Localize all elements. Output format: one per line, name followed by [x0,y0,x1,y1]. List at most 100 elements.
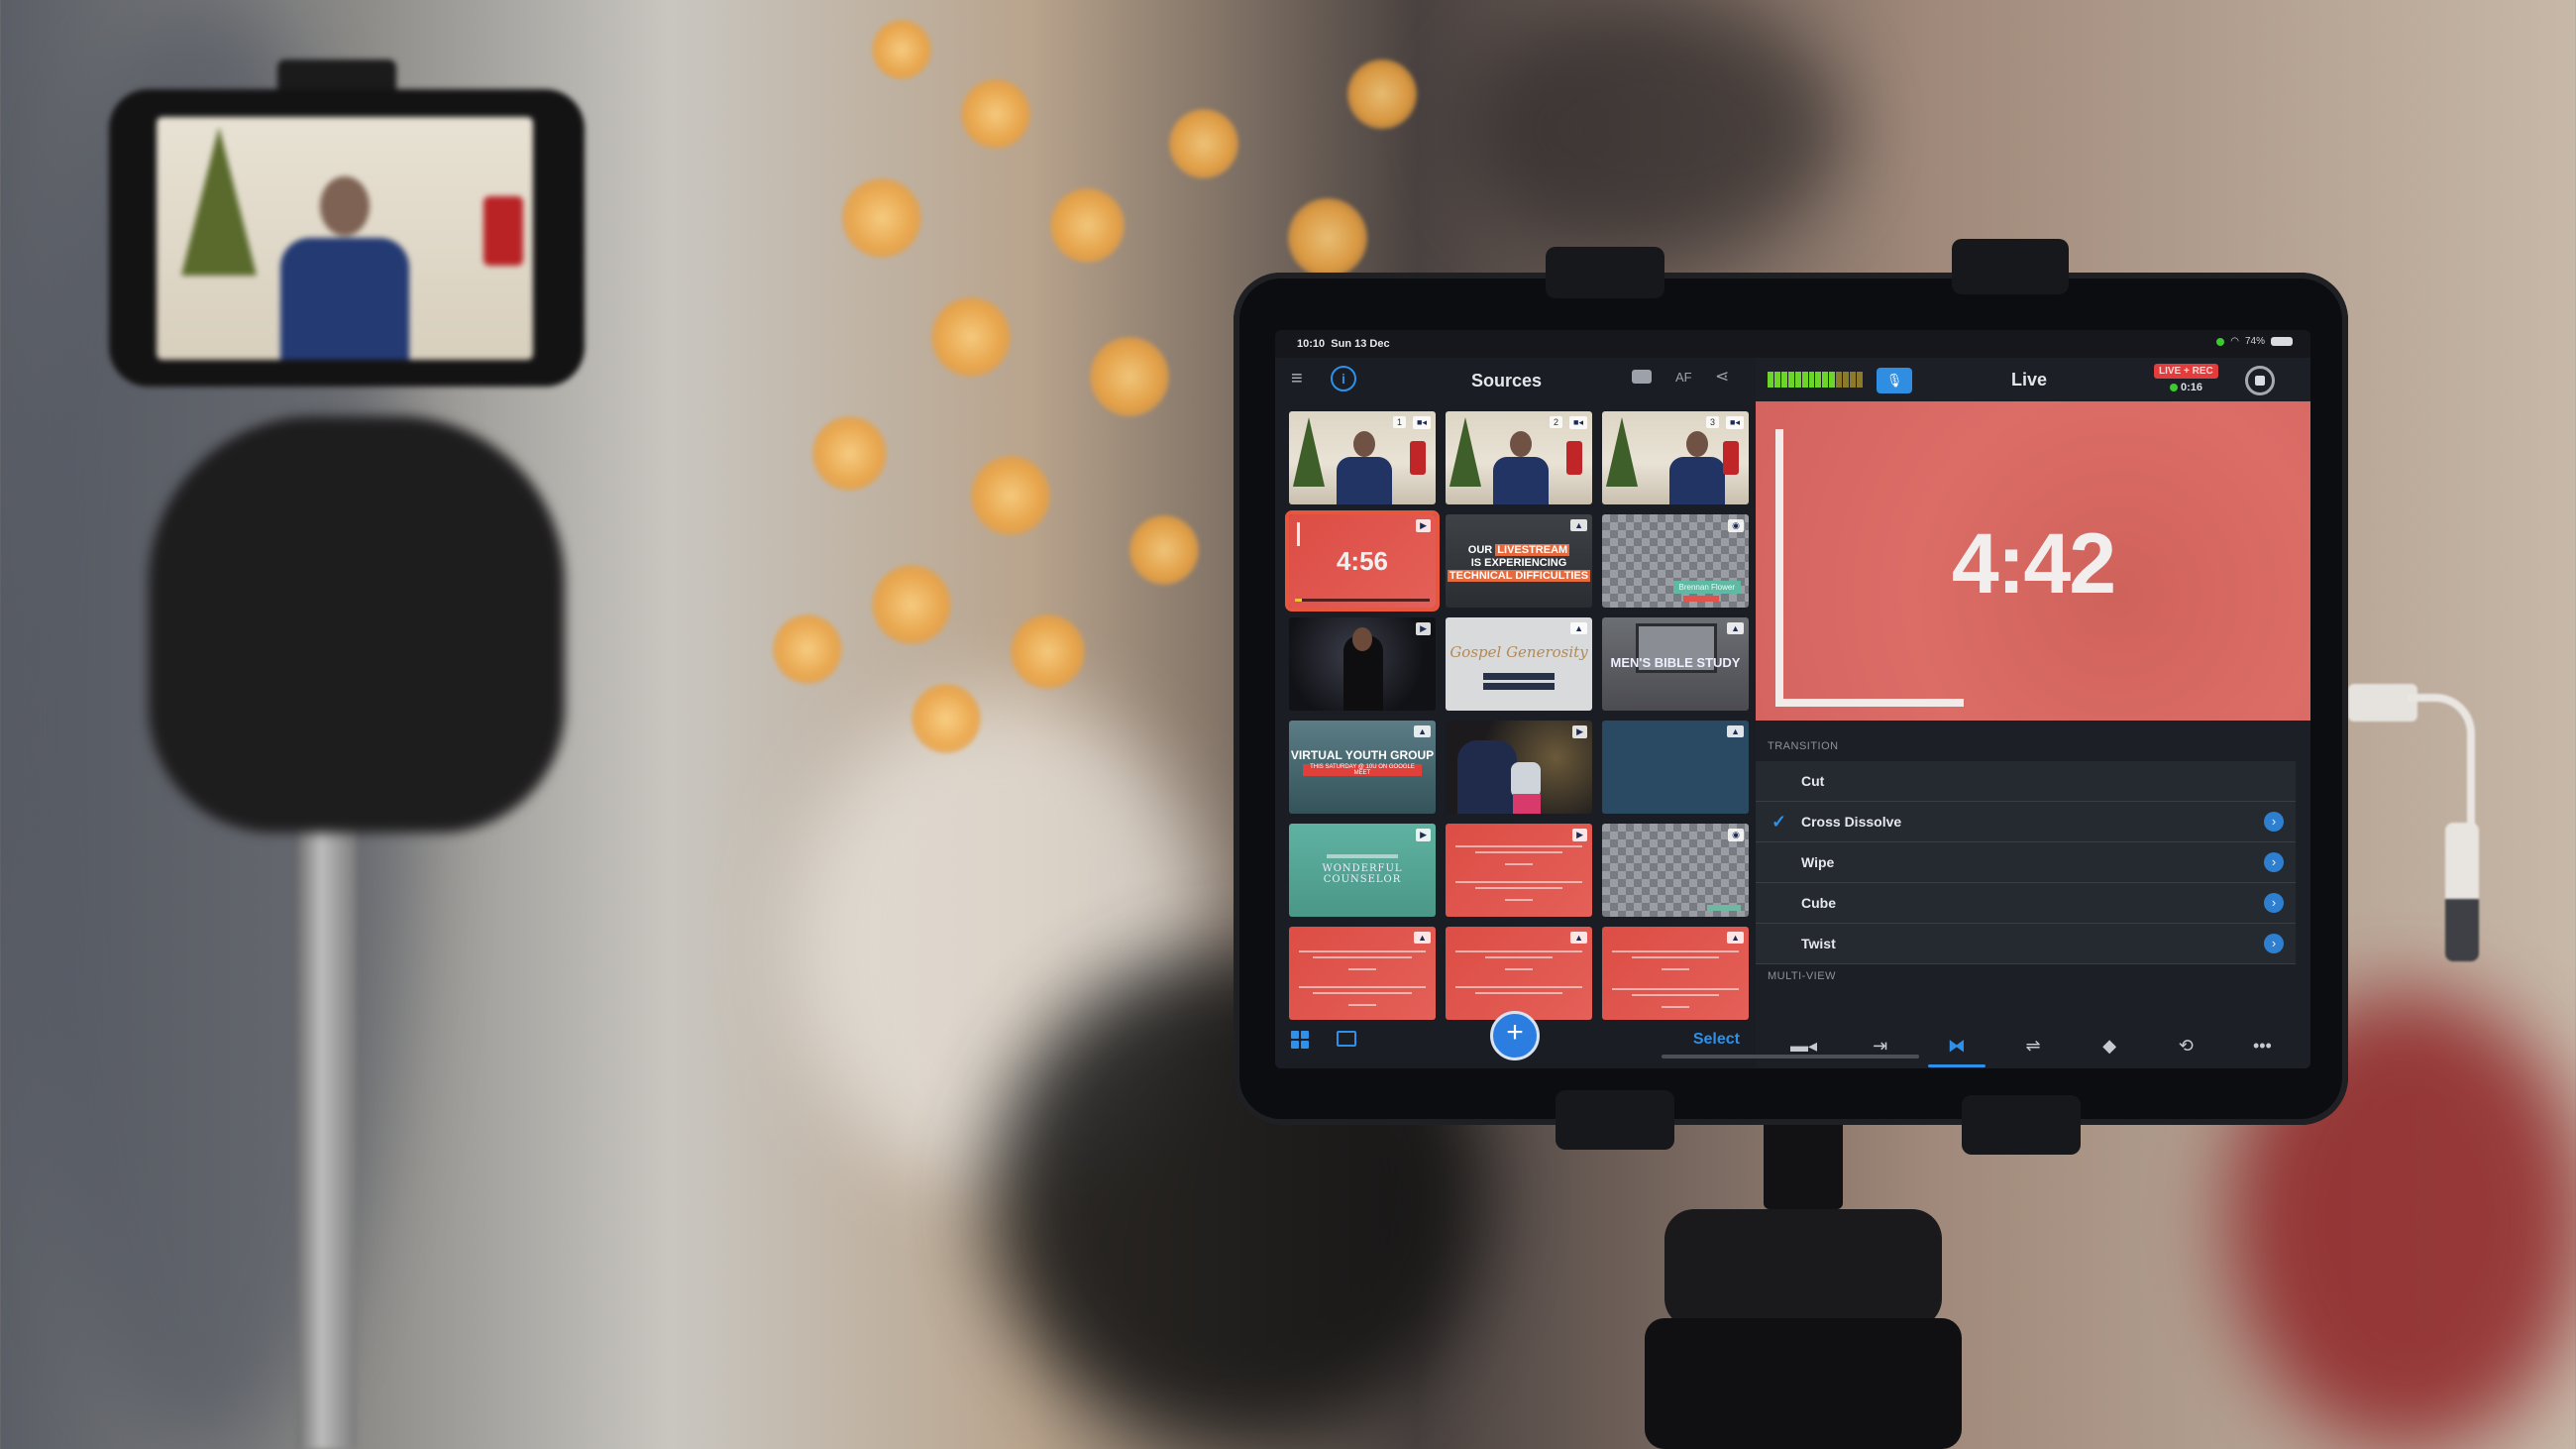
menu-icon[interactable]: ≡ [1291,368,1303,390]
bokeh-light [971,456,1050,535]
audio-level-meter [1768,372,1863,388]
grid-view-icon[interactable] [1291,1031,1309,1049]
video-camera-icon: ■◂ [1569,416,1587,429]
audio-icon[interactable]: ◆ [2093,1032,2126,1059]
source-tile-overlay[interactable]: ◉ [1602,824,1749,917]
bokeh-light [872,20,931,79]
tablet: 10:10 Sun 13 Dec ◠ 74% ≡ i Sources AF ⋖ [1234,239,2348,1155]
play-icon: ▶ [1572,829,1587,841]
meter-segment [1856,372,1863,388]
photo-scene: 10:10 Sun 13 Dec ◠ 74% ≡ i Sources AF ⋖ [0,0,2576,1449]
bokeh-light [1011,614,1085,689]
chevron-right-circle-icon[interactable]: › [2264,812,2284,832]
transition-option-cross-dissolve[interactable]: ✓ Cross Dissolve › [1756,802,2296,842]
source-tile-scripture-slide[interactable]: ▲ [1446,927,1592,1020]
source-tile-lower-third-overlay[interactable]: Brennan Flower ◉ [1602,514,1749,608]
source-tile-mens-bible-study[interactable]: MEN'S BIBLE STUDY ▲ [1602,617,1749,711]
bokeh-light [961,79,1030,149]
live-rec-badge: LIVE + REC [2154,364,2218,379]
bokeh-light [842,178,921,258]
autofocus-button[interactable]: AF [1675,370,1692,385]
play-icon: ▶ [1416,622,1431,635]
add-source-button[interactable]: + [1490,1011,1540,1060]
tablet-clamp [1546,247,1664,298]
gospel-generosity-title: Gospel Generosity [1449,643,1588,661]
meter-segment [1808,372,1815,388]
status-bar-indicators: ◠ 74% [2216,336,2293,347]
play-icon: ▶ [1572,725,1587,738]
tablet-clamp [1556,1090,1674,1150]
chevron-right-circle-icon[interactable]: › [2264,852,2284,872]
mic-in-use-icon [2216,337,2225,346]
info-icon[interactable]: i [1331,366,1356,391]
transition-icon[interactable]: ⧓ [1927,1032,1986,1067]
chevron-right-circle-icon[interactable]: › [2264,934,2284,953]
source-tile-scripture-slide[interactable]: ▲ [1602,927,1749,1020]
sources-bottom-bar: + Select [1275,1011,1756,1068]
transition-option-cut[interactable]: Cut [1756,761,2296,802]
source-tile-virtual-youth-group[interactable]: VIRTUAL YOUTH GROUP THIS SATURDAY @ 10U … [1289,721,1436,814]
transition-option-wipe[interactable]: Wipe › [1756,842,2296,883]
play-icon: ▶ [1416,519,1431,532]
source-tile-navy-background[interactable]: ▲ [1602,721,1749,814]
transition-option-cube[interactable]: Cube › [1756,883,2296,924]
source-tile-family-video[interactable]: ▶ [1446,721,1592,814]
transition-option-label: Wipe [1801,854,1835,870]
source-tile-camera-1[interactable]: 1 ■◂ [1289,411,1436,504]
image-icon: ▲ [1414,725,1431,737]
microphone-button[interactable]: 🎙 [1877,368,1912,393]
select-button[interactable]: Select [1693,1031,1740,1049]
sources-navbar: ≡ i Sources AF ⋖ [1275,358,1756,401]
lower-third-name: Brennan Flower [1672,581,1741,594]
bokeh-light [773,614,842,684]
camera-number: 1 [1392,416,1406,428]
source-tile-stage-video[interactable]: ▶ [1289,617,1436,711]
source-tile-camera-2[interactable]: 2 ■◂ [1446,411,1592,504]
camera-number: 2 [1549,416,1562,428]
source-tile-scripture-video[interactable]: ▶ [1446,824,1592,917]
video-camera-icon: ■◂ [1726,416,1744,429]
bokeh-light [1169,109,1238,178]
stop-recording-button[interactable] [2245,366,2275,395]
meter-segment [1780,372,1787,388]
transition-option-label: Twist [1801,936,1836,951]
phone-tripod-head [149,416,565,833]
image-icon: ▲ [1727,622,1744,634]
source-tile-countdown-timer[interactable]: 4:56 ▶ [1285,510,1440,612]
adjust-icon[interactable]: ⇌ [2016,1032,2050,1059]
bokeh-light [812,416,887,491]
play-icon: ▶ [1416,829,1431,841]
meter-segment [1836,372,1843,388]
transition-option-twist[interactable]: Twist › [1756,924,2296,964]
source-tile-camera-3[interactable]: 3 ■◂ [1602,411,1749,504]
phone-tripod-pole [297,813,357,1449]
chevron-right-circle-icon[interactable]: › [2264,893,2284,913]
video-camera-icon: ■◂ [1413,416,1431,429]
camera-number: 3 [1705,416,1719,428]
source-tile-technical-difficulties[interactable]: OUR LIVESTREAM IS EXPERIENCING TECHNICAL… [1446,514,1592,608]
camera-icon[interactable] [1632,370,1652,384]
meter-segment [1794,372,1801,388]
program-output-preview[interactable]: 4:42 [1756,401,2310,721]
sources-grid: 1 ■◂ 2 ■◂ 3 ■◂ 4:56 ▶ OUR LIVESTREAM IS … [1285,411,1749,1020]
bokeh-light [1288,198,1367,278]
status-bar-time: 10:10 Sun 13 Dec [1297,338,1390,350]
source-tile-wonderful-counselor[interactable]: WONDERFUL COUNSELOR ▶ [1289,824,1436,917]
tablet-clamp [1952,239,2069,294]
layout-view-icon[interactable] [1337,1031,1356,1047]
meter-segment [1801,372,1808,388]
meter-segment [1773,372,1780,388]
image-icon: ▲ [1570,932,1587,944]
microphone-icon: 🎙 [1885,373,1903,388]
share-icon[interactable]: ⋖ [1715,367,1729,387]
program-countdown-text: 4:42 [1951,516,2116,612]
more-icon[interactable]: ••• [2245,1032,2279,1059]
countdown-text: 4:56 [1336,546,1389,576]
source-tile-gospel-generosity[interactable]: Gospel Generosity ▲ [1446,617,1592,711]
bokeh-light [931,297,1011,377]
phone [109,89,585,387]
loop-icon[interactable]: ⟲ [2169,1032,2202,1059]
virtual-youth-group-title: VIRTUAL YOUTH GROUP [1290,748,1435,762]
source-tile-scripture-slide[interactable]: ▲ [1289,927,1436,1020]
virtual-youth-group-subtitle: THIS SATURDAY @ 10U ON GOOGLE MEET [1303,764,1422,776]
